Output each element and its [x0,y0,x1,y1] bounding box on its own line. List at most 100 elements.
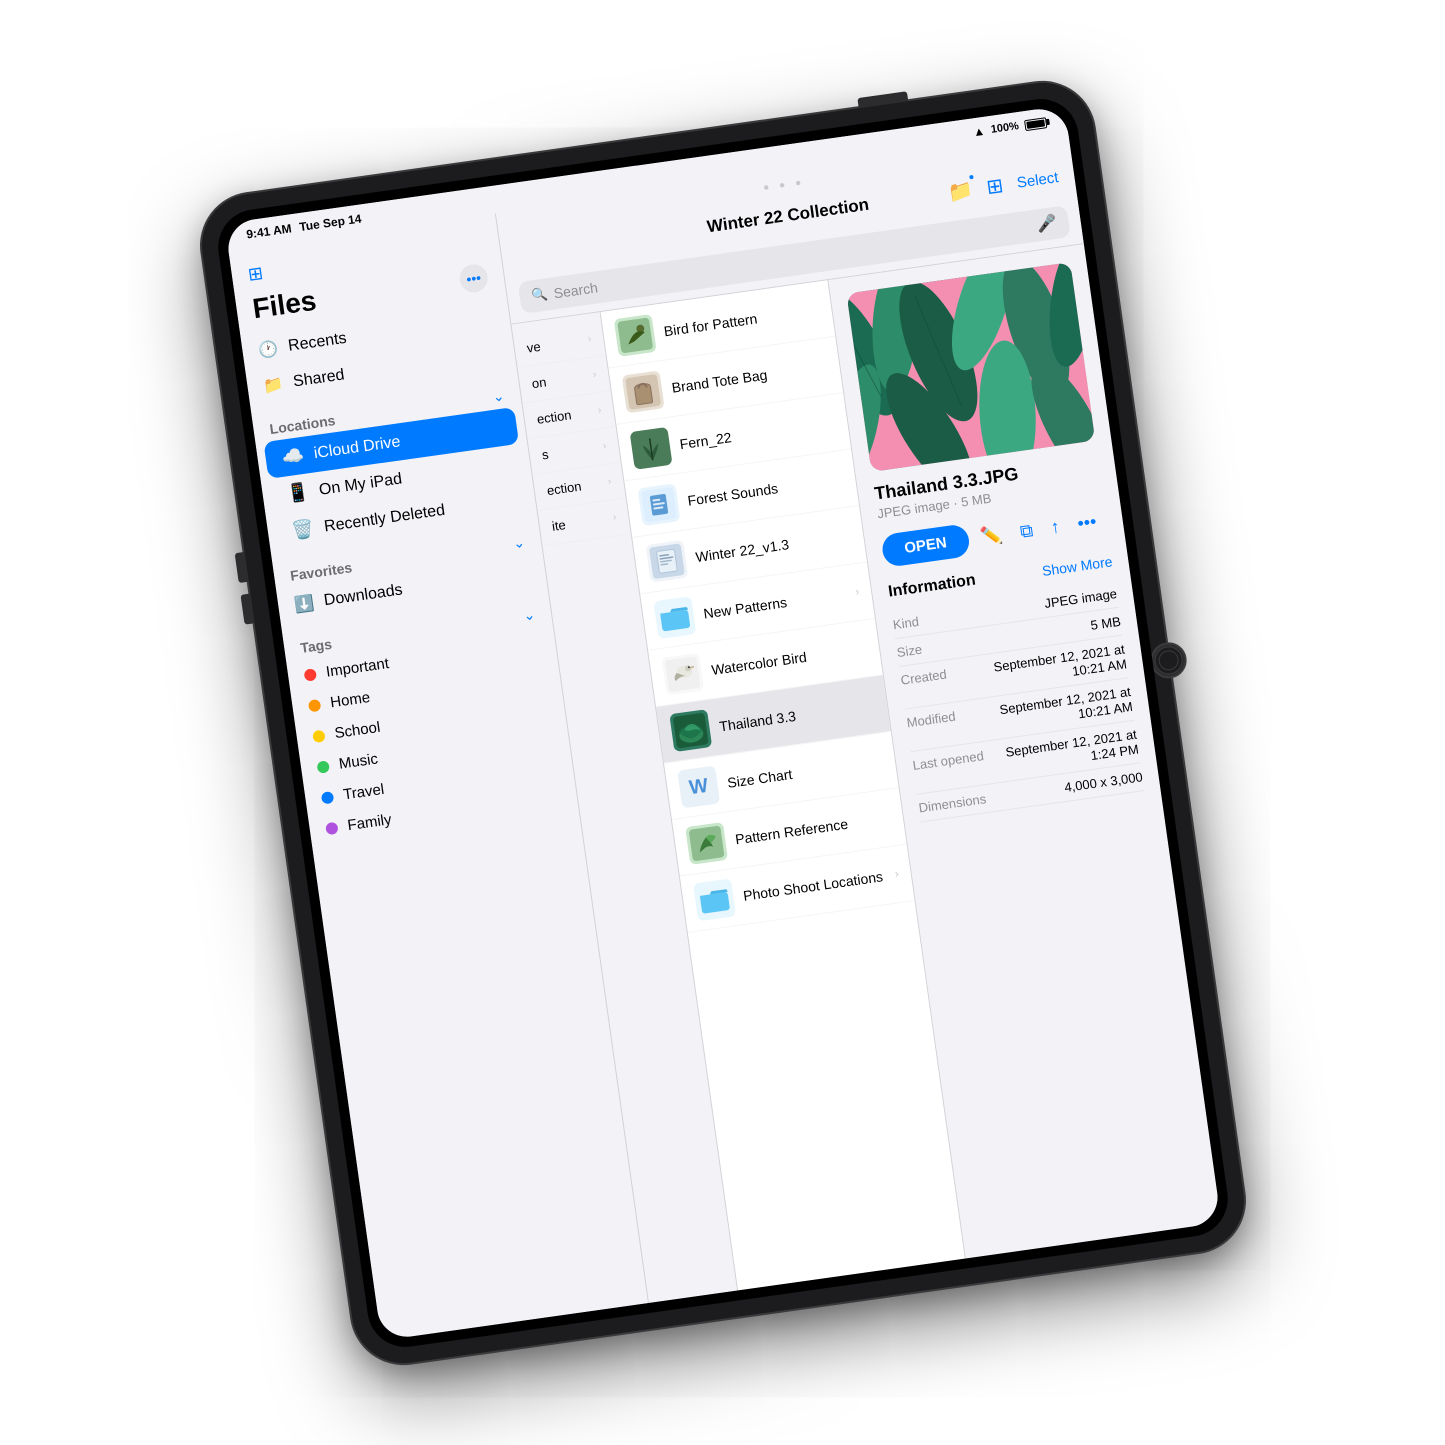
file-thumb-brand-tote [621,370,664,413]
favorites-title: Favorites [289,558,353,583]
file-name-thailand: Thailand 3.3 [718,696,876,734]
info-key-created: Created [899,661,980,687]
info-key-dimensions: Dimensions [917,789,998,815]
power-button [857,91,908,108]
file-thumb-winter22 [645,539,688,582]
info-title: Information [887,571,977,601]
ipad-device: 9:41 AM Tue Sep 14 ▲ 100% ⊞ [195,76,1250,1370]
file-thumb-size-chart: W [677,765,720,808]
file-name-watercolor-bird: Watercolor Bird [710,640,868,678]
select-button[interactable]: Select [1015,169,1059,192]
mic-icon[interactable]: 🎤 [1035,212,1058,235]
file-name-photo-shoot: Photo Shoot Locations [742,867,886,903]
file-thumb-photo-shoot [693,878,736,921]
deleted-icon: 🗑️ [290,518,315,542]
tag-dot-travel [320,790,334,804]
file-thumb-new-patterns [653,596,696,639]
nav-item-label-1: on [530,374,546,391]
pencil-icon[interactable]: ✏️ [978,524,1003,548]
search-icon: 🔍 [530,286,548,304]
nav-chevron-3: › [602,440,607,451]
folder-icon[interactable]: 📁 [946,177,974,205]
file-chevron-new-patterns: › [854,585,859,597]
sidebar-toggle-icon[interactable]: ⊞ [246,262,264,285]
info-val-size: 5 MB [1089,613,1121,632]
nav-item-label-4: ection [545,478,581,498]
status-right: ▲ 100% [972,115,1047,139]
info-key-kind: Kind [891,606,972,632]
locations-chevron[interactable]: ⌄ [491,387,505,405]
nav-item-label-2: ection [535,407,571,427]
info-key-lastopened: Last opened [911,746,992,772]
tag-label-travel: Travel [342,780,385,803]
shared-icon: 📁 [262,373,285,396]
search-placeholder: Search [552,279,598,301]
main-content: ⊞ Files ••• 🕐 Recents 📁 Shared [228,133,1221,1340]
open-button[interactable]: OPEN [880,523,970,568]
recents-label: Recents [287,329,348,355]
file-thumb-pattern-ref [685,821,728,864]
tag-dot-school [312,729,326,743]
info-val-dimensions: 4,000 x 3,000 [1063,769,1143,795]
recents-icon: 🕐 [257,338,280,361]
tag-label-home: Home [329,688,371,710]
info-val-kind: JPEG image [1043,586,1117,611]
file-name-new-patterns: New Patterns [702,585,846,621]
shared-label: Shared [292,366,346,391]
file-name-brand-tote: Brand Tote Bag [670,358,828,396]
file-name-forest-sounds: Forest Sounds [686,470,844,508]
file-name-pattern-ref: Pattern Reference [734,809,892,847]
nav-item-label-3: s [540,446,549,462]
ipad-screen-bezel: 9:41 AM Tue Sep 14 ▲ 100% ⊞ [213,94,1232,1352]
tags-title: Tags [299,635,333,655]
battery-label: 100% [990,120,1020,136]
ipad-label: On My iPad [317,469,402,498]
volume-buttons [234,551,254,624]
screen: 9:41 AM Tue Sep 14 ▲ 100% ⊞ [224,105,1221,1340]
file-name-bird-pattern: Bird for Pattern [662,301,820,339]
downloads-icon: ⬇️ [293,592,316,615]
nav-chevron-0: › [587,333,592,344]
action-icons: ✏️ ⧉ ↑ ••• [978,511,1097,548]
copy-icon[interactable]: ⧉ [1018,520,1034,543]
tag-dot-family [325,821,339,835]
volume-up [234,551,248,582]
file-chevron-photo-shoot: › [894,868,899,880]
info-key-size: Size [895,634,976,660]
more-action-icon[interactable]: ••• [1076,511,1098,534]
battery-icon [1023,116,1046,130]
favorites-chevron[interactable]: ⌄ [512,533,526,551]
tag-dot-music [316,759,330,773]
file-thumb-forest-sounds [637,483,680,526]
status-time: 9:41 AM [245,221,292,241]
file-thumb-bird-pattern [613,313,656,356]
nav-chevron-1: › [592,369,597,380]
file-name-winter22: Winter 22_v1.3 [694,527,852,565]
grid-view-icon[interactable]: ⊞ [984,172,1004,199]
home-button-circle [1157,649,1180,672]
file-name-fern22: Fern_22 [678,414,836,452]
tag-label-music: Music [337,750,378,772]
nav-item-label-5: ite [550,517,566,534]
tag-label-school: School [333,718,381,741]
file-thumb-thailand [669,709,712,752]
nav-item-label-0: ve [525,338,541,355]
tag-label-important: Important [324,655,389,681]
tag-dot-home [307,698,321,712]
home-button-inner [1152,644,1184,676]
file-thumb-fern22 [629,426,672,469]
info-key-modified: Modified [905,704,986,730]
tags-chevron[interactable]: ⌄ [522,606,536,624]
share-icon[interactable]: ↑ [1049,516,1061,538]
tag-dot-important [303,667,317,681]
file-thumb-watercolor-bird [661,652,704,695]
nav-chevron-2: › [597,404,602,415]
more-options-button[interactable]: ••• [457,262,489,294]
preview-image [846,262,1095,472]
show-more-button[interactable]: Show More [1041,553,1113,579]
nav-chevron-5: › [612,511,617,522]
icloud-label: iCloud Drive [312,432,401,462]
wifi-icon: ▲ [972,123,986,139]
downloads-label: Downloads [322,581,403,610]
info-section: Information Show More Kind JPEG image Si… [887,552,1144,822]
